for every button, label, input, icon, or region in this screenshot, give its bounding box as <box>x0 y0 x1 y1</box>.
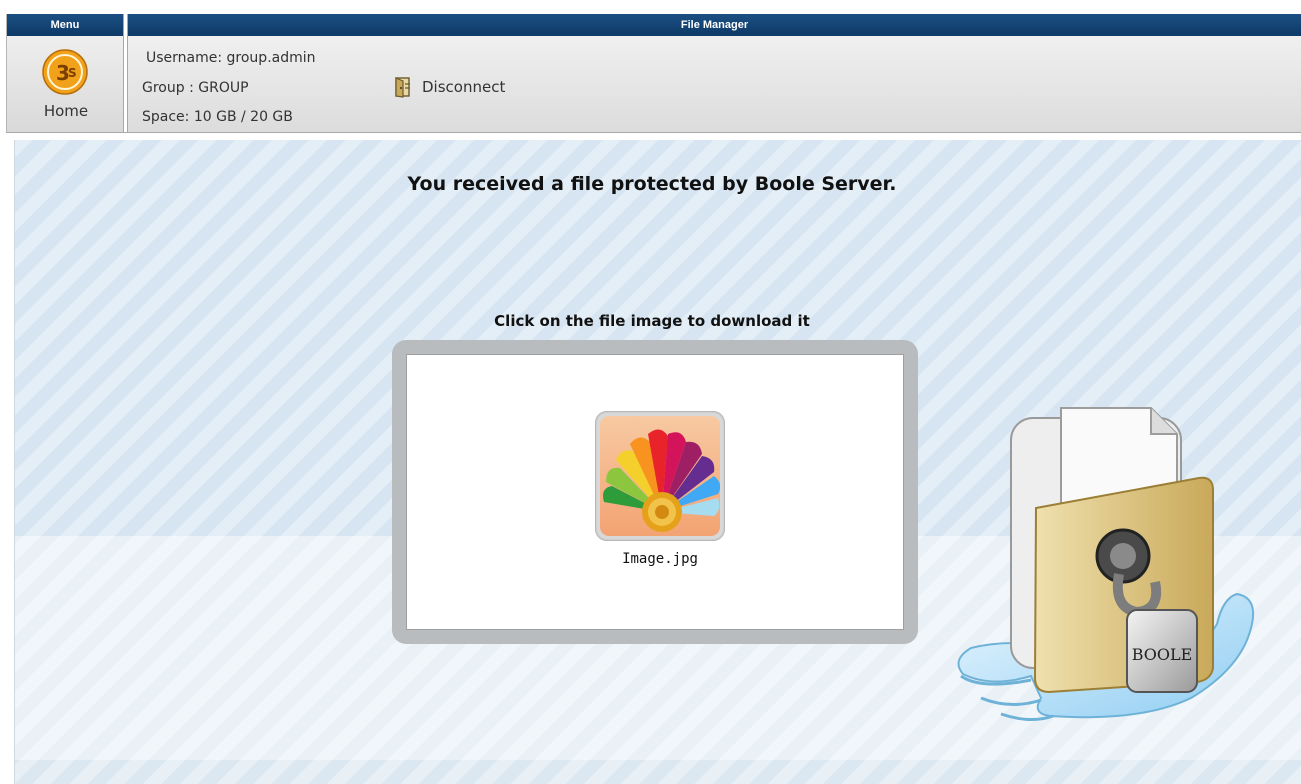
file-frame: Image.jpg <box>392 340 918 644</box>
download-instruction: Click on the file image to download it <box>494 312 810 330</box>
file-manager-panel: File Manager Username: group.admin Group… <box>127 14 1301 132</box>
group-text: Group : GROUP <box>142 80 249 96</box>
home-button[interactable]: 3 S Home <box>7 36 125 132</box>
boole-logo-icon: 3 S <box>42 49 88 95</box>
svg-text:S: S <box>68 66 77 80</box>
locked-folder-hand-icon: BOOLE <box>957 407 1255 721</box>
file-manager-header: File Manager <box>128 14 1301 36</box>
main-content: You received a file protected by Boole S… <box>14 140 1301 784</box>
header-divider <box>6 132 1301 133</box>
menu-panel: Menu 3 S Home <box>6 14 124 132</box>
file-download-tile[interactable]: Image.jpg <box>595 411 725 581</box>
lock-brand-text: BOOLE <box>1132 645 1193 664</box>
disconnect-label: Disconnect <box>422 78 506 96</box>
menu-header: Menu <box>7 14 123 36</box>
disconnect-button[interactable]: Disconnect <box>392 76 505 98</box>
home-label: Home <box>43 102 89 120</box>
top-bar: Menu 3 S Home File Manager Username: gro… <box>6 14 1301 134</box>
page-title: You received a file protected by Boole S… <box>407 173 897 195</box>
door-exit-icon <box>395 77 410 98</box>
username-text: Username: group.admin <box>146 50 316 66</box>
file-thumbnail[interactable] <box>595 411 725 541</box>
space-text: Space: 10 GB / 20 GB <box>142 109 293 125</box>
file-panel: Image.jpg <box>406 354 904 630</box>
file-name[interactable]: Image.jpg <box>595 551 725 567</box>
flower-image-icon <box>600 416 720 536</box>
